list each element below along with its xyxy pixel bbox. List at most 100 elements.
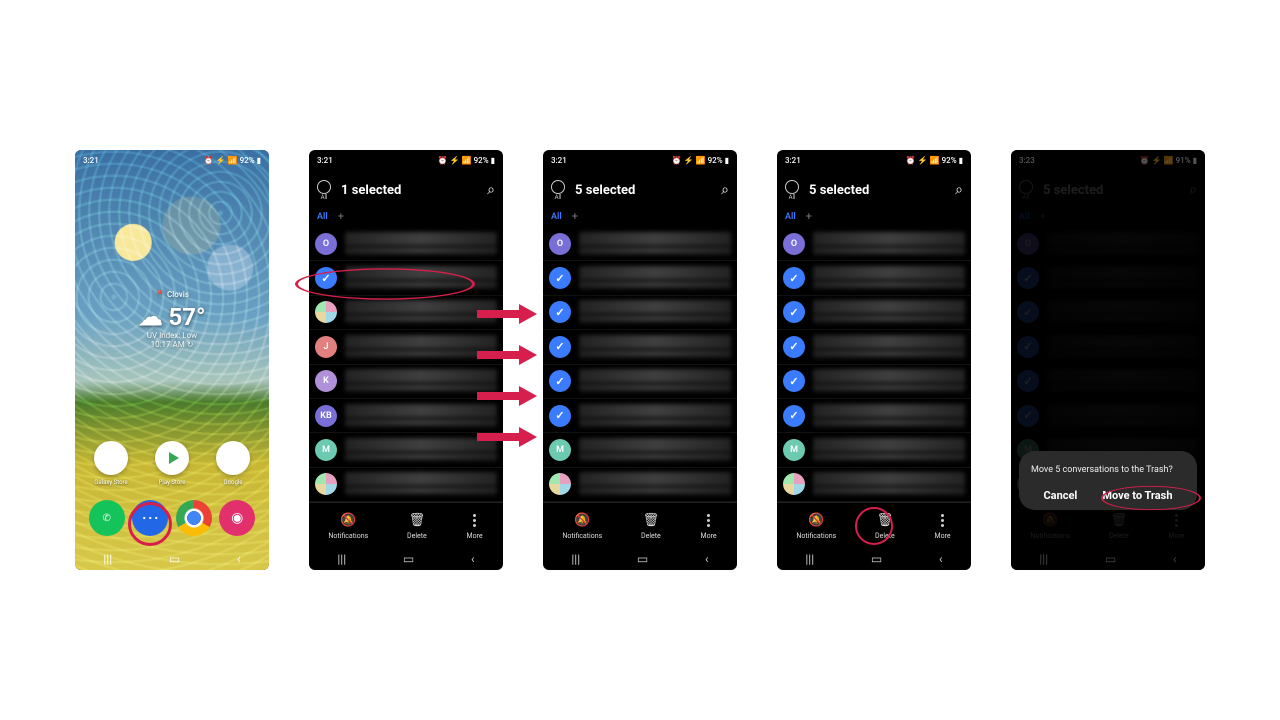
conversation-row[interactable] (543, 261, 737, 295)
contact-avatar[interactable] (783, 473, 805, 495)
contact-avatar[interactable]: M (549, 439, 571, 461)
checkmark-icon[interactable] (783, 405, 805, 427)
add-category-button[interactable]: + (338, 210, 344, 223)
contact-avatar[interactable] (549, 473, 571, 495)
delete-action[interactable]: Delete (875, 511, 895, 540)
conversation-row[interactable] (777, 330, 971, 364)
recents-button[interactable]: ||| (571, 552, 580, 566)
app-google-folder[interactable]: Google (213, 441, 253, 486)
conversation-row[interactable]: K (309, 365, 503, 399)
conversation-row[interactable]: O (777, 227, 971, 261)
recents-button[interactable]: ||| (337, 552, 346, 566)
conversation-row[interactable] (543, 399, 737, 433)
select-all-button[interactable]: All (551, 180, 565, 201)
conversation-row[interactable] (543, 296, 737, 330)
weather-widget[interactable]: 📍 Clovis 57° UV Index: Low 10:17 AM ↻ (139, 290, 206, 349)
notifications-action[interactable]: Notifications (796, 511, 836, 540)
contact-avatar[interactable]: M (783, 439, 805, 461)
contact-avatar[interactable]: O (315, 233, 337, 255)
conversation-row[interactable]: KB (309, 399, 503, 433)
conversation-row[interactable]: O (309, 227, 503, 261)
conversation-row[interactable] (309, 261, 503, 295)
add-category-button[interactable]: + (572, 210, 578, 223)
app-play-store[interactable]: Play Store (152, 441, 192, 486)
search-icon[interactable] (955, 182, 963, 199)
checkmark-icon[interactable] (549, 336, 571, 358)
phone-app[interactable]: ✆ (89, 500, 125, 536)
more-action[interactable]: More (466, 511, 484, 540)
checkmark-icon[interactable] (783, 370, 805, 392)
app-galaxy-store[interactable]: 🛍 Galaxy Store (91, 441, 131, 486)
conversation-list[interactable]: OM (777, 227, 971, 502)
contact-avatar[interactable]: KB (315, 405, 337, 427)
back-button[interactable]: ‹ (939, 552, 943, 566)
contact-avatar[interactable] (315, 473, 337, 495)
home-button[interactable]: ▭ (637, 552, 648, 566)
contact-avatar[interactable]: O (549, 233, 571, 255)
checkmark-icon[interactable] (315, 267, 337, 289)
delete-action[interactable]: Delete (641, 511, 661, 540)
conversation-row[interactable]: M (777, 433, 971, 467)
checkmark-icon[interactable] (549, 267, 571, 289)
delete-action[interactable]: Delete (407, 511, 427, 540)
conversation-row[interactable] (777, 296, 971, 330)
conversation-row[interactable]: M (543, 433, 737, 467)
conversation-row[interactable] (309, 468, 503, 502)
conversation-row[interactable] (543, 468, 737, 502)
contact-avatar[interactable]: K (315, 370, 337, 392)
conversation-preview (345, 232, 497, 256)
conversation-row[interactable] (777, 399, 971, 433)
add-category-button[interactable]: + (806, 210, 812, 223)
contact-avatar[interactable]: M (315, 439, 337, 461)
recents-button[interactable]: ||| (805, 552, 814, 566)
android-nav[interactable]: ||| ▭ ‹ (543, 548, 737, 570)
conversation-row[interactable] (543, 330, 737, 364)
cancel-button[interactable]: Cancel (1043, 489, 1077, 502)
conversation-row[interactable]: M (309, 433, 503, 467)
conversation-row[interactable]: O (543, 227, 737, 261)
tab-all[interactable]: All (551, 212, 562, 222)
instagram-app[interactable]: ◉ (219, 500, 255, 536)
contact-avatar[interactable]: J (315, 336, 337, 358)
search-icon[interactable] (487, 182, 495, 199)
checkmark-icon[interactable] (549, 301, 571, 323)
back-button[interactable]: ‹ (471, 552, 475, 566)
recents-button[interactable]: ||| (103, 552, 112, 566)
messages-app[interactable]: ⋯ (132, 500, 168, 536)
home-button[interactable]: ▭ (871, 552, 882, 566)
contact-avatar[interactable] (315, 301, 337, 323)
checkmark-icon[interactable] (783, 267, 805, 289)
home-button[interactable]: ▭ (403, 552, 414, 566)
conversation-list[interactable]: OM (543, 227, 737, 502)
tab-all[interactable]: All (785, 212, 796, 222)
notifications-action[interactable]: Notifications (562, 511, 602, 540)
checkmark-icon[interactable] (783, 301, 805, 323)
conversation-row[interactable]: J (309, 330, 503, 364)
conversation-row[interactable] (309, 296, 503, 330)
step-4: 3:21 ⏰ ⚡ 📶 92%▮ All 5 selected All + OM (777, 150, 971, 570)
more-action[interactable]: More (700, 511, 718, 540)
android-nav[interactable]: ||| ▭ ‹ (777, 548, 971, 570)
more-action[interactable]: More (934, 511, 952, 540)
checkmark-icon[interactable] (783, 336, 805, 358)
move-to-trash-button[interactable]: Move to Trash (1102, 489, 1172, 502)
home-button[interactable]: ▭ (169, 552, 180, 566)
notifications-action[interactable]: Notifications (328, 511, 368, 540)
android-nav[interactable]: ||| ▭ ‹ (75, 548, 269, 570)
checkmark-icon[interactable] (549, 370, 571, 392)
conversation-row[interactable] (543, 365, 737, 399)
conversation-row[interactable] (777, 365, 971, 399)
conversation-row[interactable] (777, 261, 971, 295)
contact-avatar[interactable]: O (783, 233, 805, 255)
select-all-button[interactable]: All (317, 180, 331, 201)
android-nav[interactable]: ||| ▭ ‹ (309, 548, 503, 570)
back-button[interactable]: ‹ (705, 552, 709, 566)
tab-all[interactable]: All (317, 212, 328, 222)
conversation-list[interactable]: O JK KB M (309, 227, 503, 502)
back-button[interactable]: ‹ (237, 552, 241, 566)
select-all-button[interactable]: All (785, 180, 799, 201)
chrome-app[interactable] (176, 500, 212, 536)
checkmark-icon[interactable] (549, 405, 571, 427)
search-icon[interactable] (721, 182, 729, 199)
conversation-row[interactable] (777, 468, 971, 502)
